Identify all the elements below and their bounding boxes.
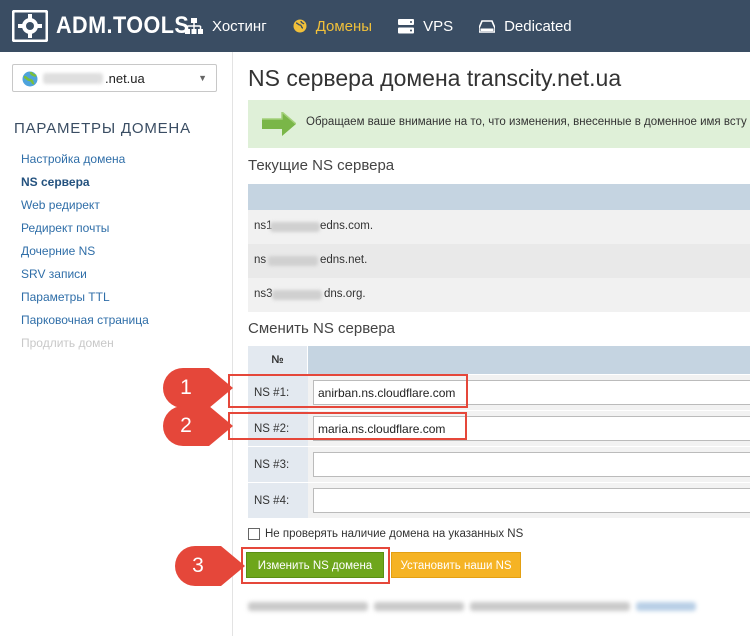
current-ns-table: ns1 edns.com. ns edns.net. ns3 dns.org. — [248, 184, 750, 312]
domain-globe-icon — [22, 71, 38, 87]
skip-check-checkbox[interactable] — [248, 528, 260, 540]
current-ns-table-header — [248, 184, 750, 210]
ns-suffix: edns.net. — [320, 254, 368, 266]
domain-selector[interactable]: .net.ua ▼ — [12, 64, 217, 92]
ns-label: NS #4: — [248, 482, 308, 518]
sidebar-item-ttl-params[interactable]: Параметры TTL — [21, 286, 149, 309]
column-header-number: № — [248, 346, 308, 374]
sidebar-menu: Настройка домена NS сервера Web редирект… — [21, 148, 149, 355]
ns3-input[interactable] — [313, 452, 750, 477]
main-nav: Хостинг Домены VPS Dedicated — [185, 0, 598, 52]
nav-hosting-label: Хостинг — [212, 17, 267, 35]
callout-1: 1 — [163, 368, 233, 408]
change-ns-table: № NS #1: NS #2: NS #3: NS #4: — [248, 346, 750, 518]
ns-cell — [308, 482, 750, 518]
globe-icon — [293, 19, 307, 33]
ns1-input[interactable] — [313, 380, 750, 405]
nav-domains-label: Домены — [315, 17, 373, 35]
nav-domains[interactable]: Домены — [293, 18, 372, 35]
nav-hosting[interactable]: Хостинг — [185, 18, 267, 35]
sidebar-item-renew-domain: Продлить домен — [21, 336, 114, 350]
column-header-value — [308, 346, 750, 374]
table-row: ns1 edns.com. — [248, 210, 750, 244]
ns4-input[interactable] — [313, 488, 750, 513]
set-our-ns-button[interactable]: Установить наши NS — [391, 552, 521, 578]
sidebar-section-title: ПАРАМЕТРЫ ДОМЕНА — [14, 120, 191, 137]
ns-suffix: dns.org. — [324, 288, 366, 300]
skip-check-label: Не проверять наличие домена на указанных… — [265, 528, 524, 540]
change-ns-table-header: № — [248, 346, 750, 374]
ns-suffix: edns.com. — [320, 220, 374, 232]
logo[interactable]: ADM.TOOLS — [12, 10, 204, 42]
server-icon — [398, 18, 415, 33]
sidebar-item-child-ns[interactable]: Дочерние NS — [21, 240, 149, 263]
ns-cell — [308, 410, 750, 446]
ns-prefix: ns3 — [254, 288, 273, 300]
notice-banner: Обращаем ваше внимание на то, что измене… — [248, 100, 750, 148]
callout-2: 2 — [163, 406, 233, 446]
ns-row-2: NS #2: — [248, 410, 750, 446]
table-row: ns3 dns.org. — [248, 278, 750, 312]
callout-number: 3 — [192, 554, 204, 577]
ns-label: NS #2: — [248, 410, 308, 446]
change-ns-title: Сменить NS сервера — [248, 320, 396, 337]
ns-row-1: NS #1: — [248, 374, 750, 410]
sidebar-item-srv-records[interactable]: SRV записи — [21, 263, 149, 286]
ns-prefix: ns — [254, 254, 267, 266]
callout-number: 1 — [180, 376, 192, 399]
domain-name-redacted — [43, 73, 103, 84]
chevron-down-icon: ▼ — [198, 73, 207, 83]
ns-redacted — [272, 290, 322, 300]
table-row: ns edns.net. — [248, 244, 750, 278]
ns-redacted — [268, 256, 318, 266]
sidebar-item-domain-settings[interactable]: Настройка домена — [21, 148, 149, 171]
callout-3: 3 — [175, 546, 245, 586]
footer-redacted — [248, 598, 718, 611]
sitemap-icon — [185, 18, 203, 34]
ns-cell — [308, 446, 750, 482]
logo-text: ADM.TOOLS — [56, 12, 190, 39]
sidebar-item-mail-redirect[interactable]: Редирект почты — [21, 217, 149, 240]
skip-check-option[interactable]: Не проверять наличие домена на указанных… — [248, 528, 523, 540]
drive-icon — [479, 19, 496, 33]
main-content: NS сервера домена transcity.net.ua Обращ… — [228, 52, 750, 636]
ns-redacted — [270, 222, 320, 232]
sidebar-item-web-redirect[interactable]: Web редирект — [21, 194, 149, 217]
nav-dedicated-label: Dedicated — [504, 17, 572, 35]
ns-row-3: NS #3: — [248, 446, 750, 482]
page-title: NS сервера домена transcity.net.ua — [248, 65, 622, 91]
ns2-input[interactable] — [313, 416, 750, 441]
sidebar-item-parking-page[interactable]: Парковочная страница — [21, 309, 149, 332]
nav-vps[interactable]: VPS — [398, 18, 453, 35]
callout-number: 2 — [180, 414, 192, 437]
ns-label: NS #1: — [248, 374, 308, 410]
ns-cell — [308, 374, 750, 410]
change-ns-button[interactable]: Изменить NS домена — [246, 552, 384, 578]
nav-vps-label: VPS — [423, 17, 454, 35]
ns-row-4: NS #4: — [248, 482, 750, 518]
notice-text: Обращаем ваше внимание на то, что измене… — [306, 116, 747, 128]
ns-label: NS #3: — [248, 446, 308, 482]
arrow-right-icon — [262, 112, 296, 136]
top-navbar: ADM.TOOLS Хостинг Домены VPS Dedicated — [0, 0, 750, 52]
domain-suffix: .net.ua — [105, 71, 145, 86]
gear-logo-icon — [12, 10, 48, 42]
sidebar-item-ns-servers[interactable]: NS сервера — [21, 171, 149, 194]
nav-dedicated[interactable]: Dedicated — [479, 18, 572, 35]
current-ns-title: Текущие NS сервера — [248, 157, 395, 174]
